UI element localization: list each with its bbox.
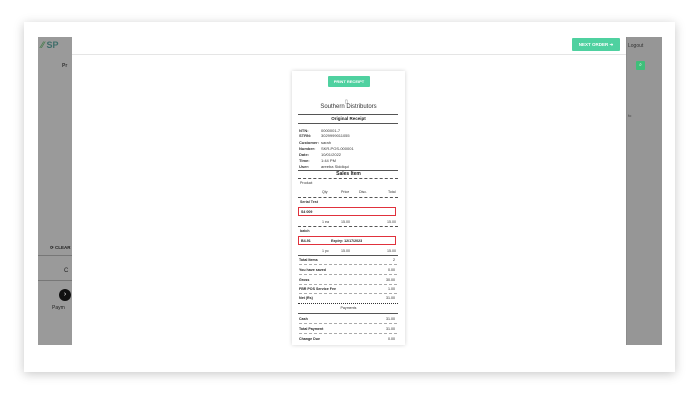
disc-header: Disc.	[359, 190, 367, 194]
arrow-right-icon: ➜	[609, 42, 614, 47]
receipt-modal: NEXT ORDER ➜ PRINT RECEIPT ▯ Southern Di…	[72, 37, 626, 345]
divider	[298, 114, 398, 115]
clear-button[interactable]: ⟳ CLEAR	[50, 245, 71, 251]
info-time: Time: 1:44 PM	[299, 158, 336, 163]
summary-row: FBR POS Service Fee 1.00	[299, 286, 397, 294]
serial-code: S4 009	[301, 209, 313, 214]
payment-arrow-icon[interactable]: ›	[59, 289, 71, 301]
company-name: Southern Distributors	[320, 104, 377, 110]
receipt-title: Original Receipt	[331, 116, 366, 121]
divider	[298, 255, 398, 256]
summary-row: You have saved 0.00	[299, 267, 397, 275]
sales-title: Sales Item	[336, 171, 361, 177]
qty-header: Qty	[322, 190, 328, 194]
search-icon[interactable]: ⌕	[636, 61, 645, 70]
logout-link[interactable]: Logout	[628, 43, 643, 49]
divider	[298, 226, 398, 227]
divider	[38, 280, 72, 281]
payment-row: Cash 31.00	[299, 316, 397, 324]
payment-row: Total Payment 31.00	[299, 326, 397, 334]
payments-title: Payments	[340, 306, 357, 310]
info-customer: Customer: sarah	[299, 140, 332, 145]
app-logo: ⁄⁄ SP	[41, 40, 59, 50]
backdrop-c-label: C	[64, 268, 69, 274]
divider	[38, 255, 72, 256]
total-header: Total	[388, 190, 396, 194]
divider	[298, 303, 398, 304]
info-number: Number: SKR-POS-000001	[299, 146, 354, 151]
batch-item-name: batch	[300, 229, 310, 233]
batch-code: B4-91	[301, 238, 311, 243]
backdrop-label: Pr	[62, 63, 68, 69]
divider	[298, 313, 398, 314]
summary-row: Gross 30.00	[299, 277, 397, 285]
serial-total: 15.00	[387, 220, 396, 224]
product-header: Product	[300, 181, 313, 185]
serial-price: 15.00	[341, 220, 350, 224]
serial-qty: 1 ea	[322, 220, 329, 224]
payment-row: Change Due 0.00	[299, 337, 395, 341]
divider	[298, 178, 398, 179]
modal-header: NEXT ORDER ➜	[72, 37, 626, 55]
price-header: Price	[341, 190, 350, 194]
batch-qty: 1 pc	[322, 249, 329, 253]
serial-highlight-box: S4 009	[298, 207, 396, 216]
print-receipt-button[interactable]: PRINT RECEIPT	[328, 76, 370, 87]
next-order-button[interactable]: NEXT ORDER ➜	[572, 38, 620, 51]
backdrop-side-text: fo	[628, 113, 632, 118]
info-strn: STRN: 3029999011055	[299, 133, 350, 138]
receipt: PRINT RECEIPT ▯ Southern Distributors Or…	[292, 71, 405, 345]
summary-row: Total Items 2	[299, 257, 397, 265]
info-user: User: areeba Siddiqui	[299, 164, 349, 169]
backdrop-right-panel	[627, 37, 662, 345]
batch-expiry: Expiry: 12/17/2023	[331, 238, 363, 243]
divider	[298, 197, 398, 198]
payment-label: Paym	[52, 305, 65, 311]
serial-item-name: Serial Test	[300, 200, 318, 204]
batch-highlight-box: B4-91 Expiry: 12/17/2023	[298, 236, 396, 245]
summary-row: Net (Rs) 31.00	[299, 296, 395, 300]
batch-total: 15.00	[387, 249, 396, 253]
divider	[298, 123, 398, 124]
info-date: Date: 10/01/2022	[299, 152, 342, 157]
batch-price: 15.00	[341, 249, 350, 253]
